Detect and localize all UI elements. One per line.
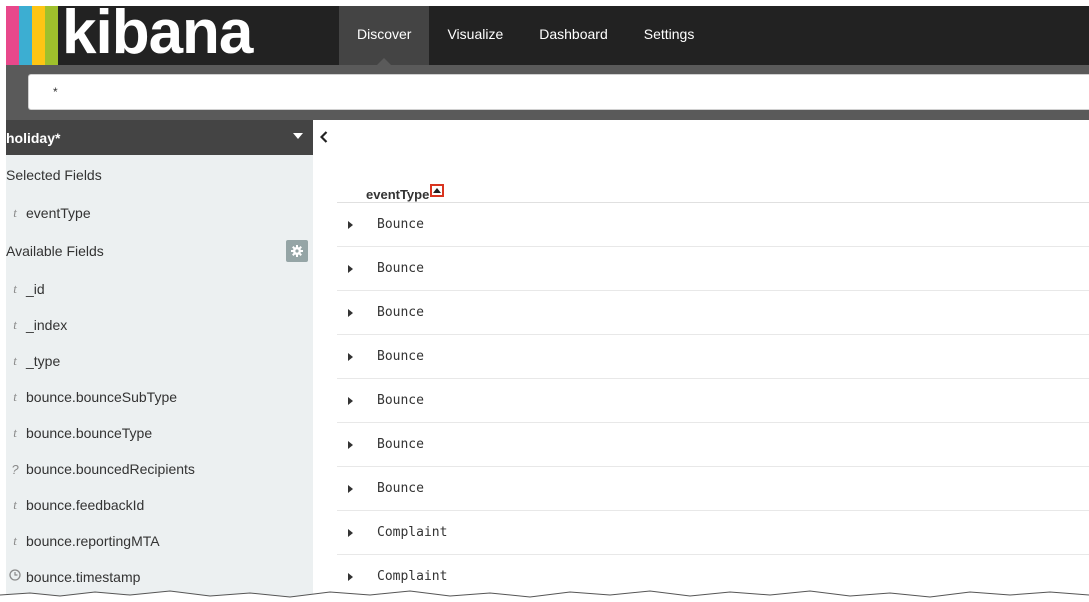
tab-visualize[interactable]: Visualize [429, 6, 521, 65]
eventtype-cell: Bounce [377, 393, 424, 408]
index-pattern-label: holiday* [6, 129, 61, 146]
field-item-bouncesubtype[interactable]: t bounce.bounceSubType [6, 379, 313, 415]
field-name: _type [26, 353, 61, 369]
string-type-icon: t [13, 317, 17, 332]
table-row[interactable]: Bounce [337, 203, 1089, 247]
field-item-reportingmta[interactable]: t bounce.reportingMTA [6, 523, 313, 559]
logo-bar-green [45, 6, 58, 65]
clock-icon [8, 569, 22, 585]
column-name: eventType [366, 187, 430, 202]
string-type-icon: t [13, 353, 17, 368]
expand-row-icon[interactable] [337, 528, 377, 537]
eventtype-cell: Bounce [377, 261, 424, 276]
sort-up-icon [433, 188, 442, 193]
field-name: bounce.timestamp [26, 569, 141, 585]
expand-row-icon[interactable] [337, 396, 377, 405]
unknown-type-icon: ? [11, 461, 19, 477]
available-fields-label: Available Fields [6, 243, 104, 259]
field-item-id[interactable]: t _id [6, 271, 313, 307]
field-settings-button[interactable] [286, 240, 308, 262]
field-item-bouncedrecipients[interactable]: ? bounce.bouncedRecipients [6, 451, 313, 487]
sort-button[interactable] [430, 184, 445, 197]
eventtype-cell: Complaint [377, 569, 448, 584]
string-type-icon: t [13, 497, 17, 512]
tab-dashboard[interactable]: Dashboard [521, 6, 626, 65]
field-name: _index [26, 317, 68, 333]
eventtype-cell: Bounce [377, 217, 424, 232]
kibana-logo[interactable]: kibana [6, 6, 322, 65]
selected-fields-label: Selected Fields [6, 167, 102, 183]
field-name: bounce.reportingMTA [26, 533, 160, 549]
table-row[interactable]: Bounce [337, 335, 1089, 379]
field-item-eventtype[interactable]: t eventType [6, 195, 313, 231]
available-fields-title: Available Fields [6, 231, 313, 271]
table-row[interactable]: Bounce [337, 247, 1089, 291]
expand-row-icon[interactable] [337, 264, 377, 273]
field-name: bounce.feedbackId [26, 497, 145, 513]
logo-wordmark: kibana [62, 6, 253, 67]
field-item-index[interactable]: t _index [6, 307, 313, 343]
expand-row-icon[interactable] [337, 484, 377, 493]
tab-settings[interactable]: Settings [626, 6, 713, 65]
string-type-icon: t [13, 533, 17, 548]
field-sidebar: holiday* Selected Fields t eventType Ava… [6, 120, 313, 602]
string-type-icon: t [13, 425, 17, 440]
expand-row-icon[interactable] [337, 440, 377, 449]
clock-icon-svg [9, 569, 21, 581]
nav-tabs: Discover Visualize Dashboard Settings [339, 6, 712, 65]
field-item-feedbackid[interactable]: t bounce.feedbackId [6, 487, 313, 523]
collapse-sidebar-button[interactable] [313, 120, 335, 154]
logo-bar-yellow [32, 6, 45, 65]
logo-bar-blue [19, 6, 32, 65]
eventtype-cell: Bounce [377, 349, 424, 364]
caret-down-icon [293, 133, 303, 139]
string-type-icon: t [13, 205, 17, 220]
logo-bar-pink [6, 6, 19, 65]
logo-bars [6, 6, 58, 65]
expand-row-icon[interactable] [337, 572, 377, 581]
chevron-left-icon [320, 131, 328, 143]
eventtype-cell: Bounce [377, 305, 424, 320]
gear-icon [291, 245, 303, 257]
selected-fields-title: Selected Fields [6, 155, 313, 195]
torn-edge-decoration [0, 590, 1089, 602]
field-name: bounce.bounceType [26, 425, 153, 441]
kibana-window: kibana Discover Visualize Dashboard Sett… [6, 6, 1089, 602]
eventtype-cell: Bounce [377, 481, 424, 496]
tab-discover[interactable]: Discover [339, 6, 430, 65]
table-row[interactable]: Bounce [337, 291, 1089, 335]
string-type-icon: t [13, 281, 17, 296]
field-name: bounce.bouncedRecipients [26, 461, 195, 477]
document-table: eventType Bounce Bounce Bounce Bounce Bo… [337, 181, 1089, 599]
string-type-icon: t [13, 389, 17, 404]
index-pattern-selector[interactable]: holiday* [6, 120, 313, 155]
field-item-bouncetype[interactable]: t bounce.bounceType [6, 415, 313, 451]
table-row[interactable]: Complaint [337, 511, 1089, 555]
table-row[interactable]: Bounce [337, 467, 1089, 511]
field-name: _id [26, 281, 45, 297]
table-row[interactable]: Bounce [337, 379, 1089, 423]
search-bar [6, 65, 1089, 120]
column-header-eventtype: eventType [337, 181, 1089, 203]
eventtype-cell: Bounce [377, 437, 424, 452]
field-name: bounce.bounceSubType [26, 389, 178, 405]
field-item-type[interactable]: t _type [6, 343, 313, 379]
expand-row-icon[interactable] [337, 308, 377, 317]
field-name: eventType [26, 205, 91, 221]
expand-row-icon[interactable] [337, 220, 377, 229]
search-input[interactable] [28, 74, 1089, 110]
expand-row-icon[interactable] [337, 352, 377, 361]
eventtype-cell: Complaint [377, 525, 448, 540]
top-navbar: kibana Discover Visualize Dashboard Sett… [6, 6, 1089, 65]
table-row[interactable]: Bounce [337, 423, 1089, 467]
